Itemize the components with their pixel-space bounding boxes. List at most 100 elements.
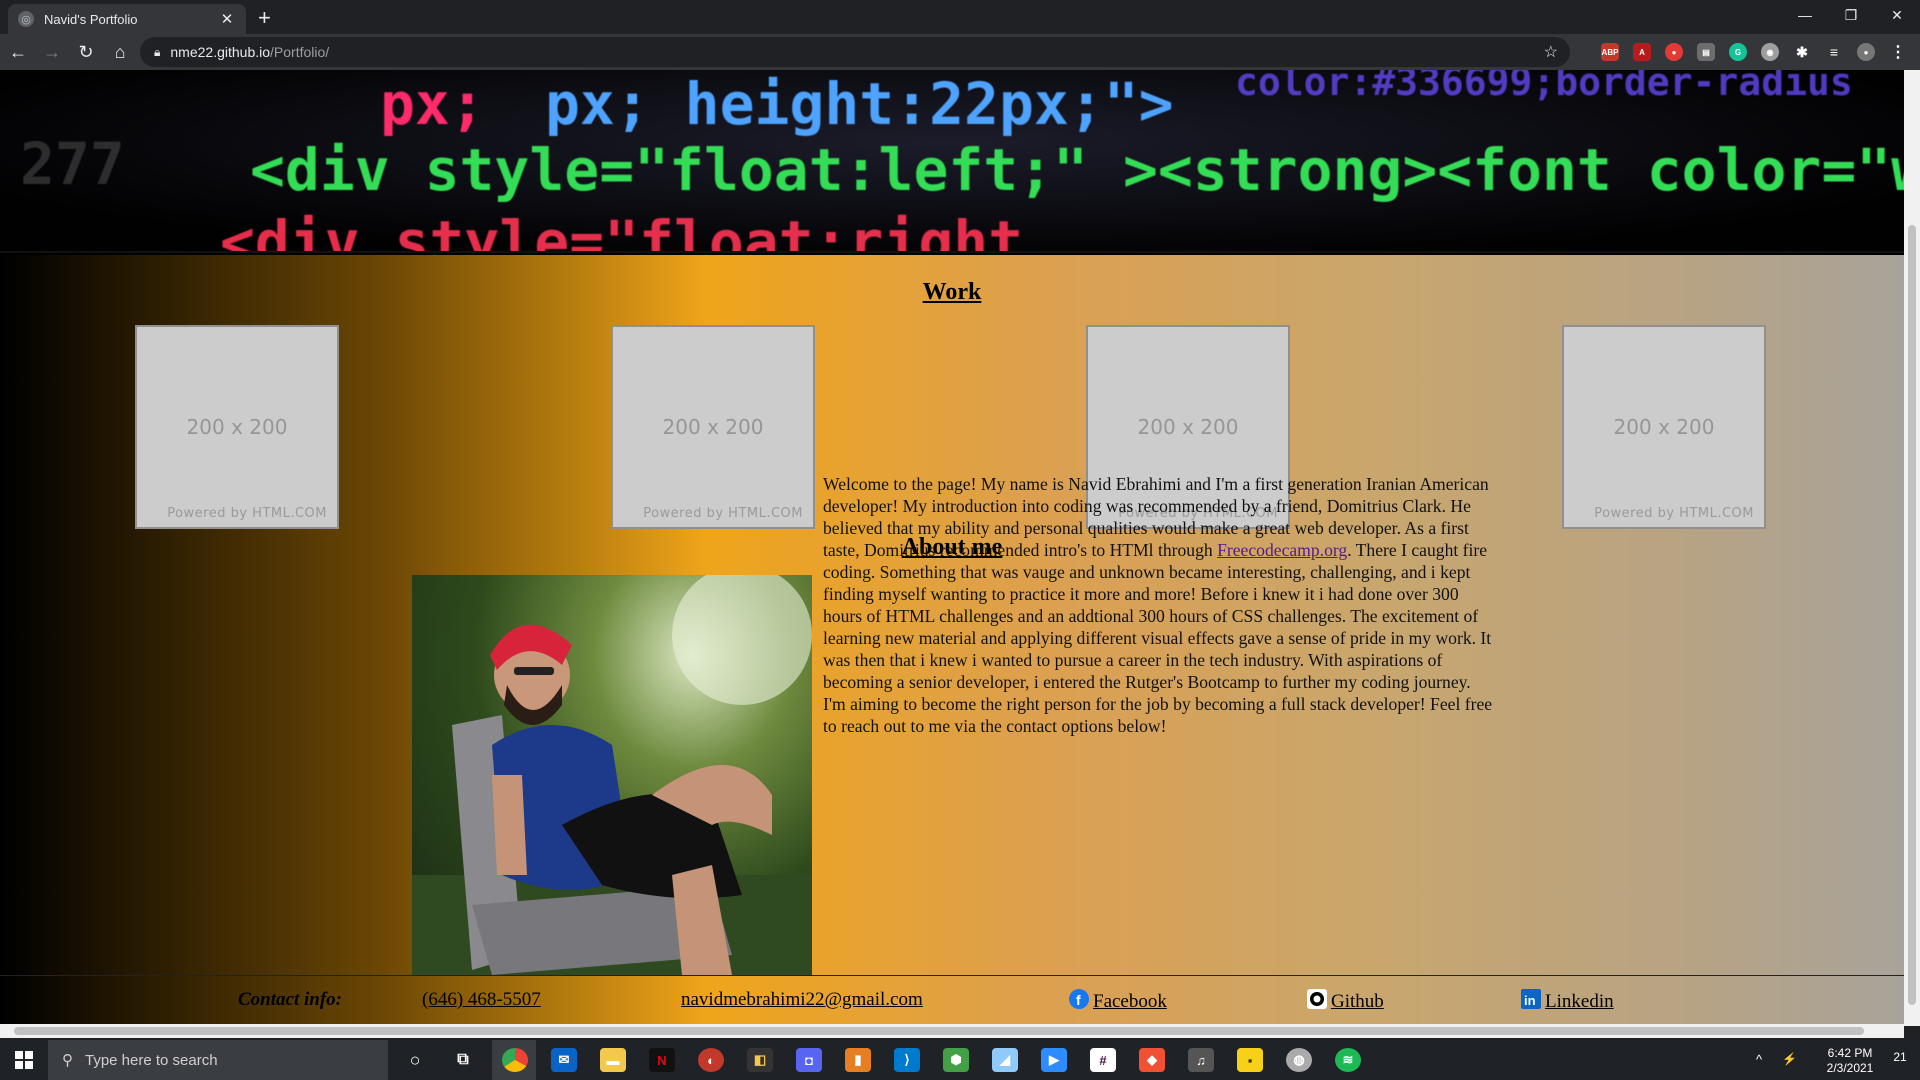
svg-text:in: in <box>1524 993 1536 1008</box>
mail-icon[interactable]: ✉ <box>551 1048 577 1072</box>
github-icon <box>1307 989 1327 1009</box>
contact-bar: Contact info: (646) 468-5507 navidmebrah… <box>0 975 1904 1015</box>
linkedin-link[interactable]: Linkedin <box>1545 991 1614 1012</box>
cortana-icon[interactable]: ○ <box>402 1048 428 1072</box>
app-icon[interactable]: ♫ <box>1188 1048 1214 1072</box>
banner-code-fragment: px; <box>380 70 485 138</box>
tab-title: Navid's Portfolio <box>44 11 138 27</box>
vertical-scroll-thumb[interactable] <box>1908 225 1916 1005</box>
close-window-icon[interactable]: ✕ <box>1874 0 1920 30</box>
app-icon[interactable]: ▮ <box>845 1048 871 1072</box>
grammarly-icon[interactable]: G <box>1729 43 1747 61</box>
browser-tab[interactable]: ◎ Navid's Portfolio ✕ <box>8 4 246 34</box>
clock-date: 2/3/2021 <box>1826 1061 1874 1075</box>
work-thumbnail[interactable]: 200 x 200 Powered by HTML.COM <box>1562 325 1766 529</box>
github-link[interactable]: Github <box>1331 991 1384 1012</box>
thumbnail-dimensions: 200 x 200 <box>186 415 288 439</box>
about-text-part2: . There I caught fire coding. Something … <box>823 540 1493 736</box>
search-placeholder: Type here to search <box>85 1051 218 1069</box>
thumbnail-dimensions: 200 x 200 <box>1613 415 1715 439</box>
netflix-icon[interactable]: N <box>649 1048 675 1072</box>
horizontal-scroll-thumb[interactable] <box>14 1027 1864 1035</box>
profile-photo <box>412 575 812 975</box>
banner-code-line1: px; height:22px;"> <box>545 70 1174 138</box>
slack-icon[interactable]: # <box>1090 1048 1116 1072</box>
work-thumbnail[interactable]: 200 x 200 Powered by HTML.COM <box>611 325 815 529</box>
network-icon[interactable]: ⚡ <box>1782 1052 1797 1067</box>
app-icon[interactable]: ◐ <box>698 1048 724 1072</box>
tray-chevron-icon[interactable]: ^ <box>1756 1052 1762 1067</box>
menu-kebab-icon[interactable]: ⋮ <box>1889 43 1907 61</box>
task-view-icon[interactable]: ⧉ <box>450 1048 476 1072</box>
banner-code-line1b: color:#336699;border-radius <box>1235 70 1853 104</box>
thumbnail-powered-by: Powered by HTML.COM <box>1594 506 1754 521</box>
app-icon[interactable]: ◘ <box>796 1048 822 1072</box>
browser-toolbar: ← → ↻ ⌂ 🔒︎ nme22.github.io/Portfolio/ ☆ … <box>0 34 1920 70</box>
start-button[interactable] <box>0 1040 48 1080</box>
thumbnail-powered-by: Powered by HTML.COM <box>167 506 327 521</box>
thumbnail-powered-by: Powered by HTML.COM <box>643 506 803 521</box>
acrobat-icon[interactable]: A <box>1633 43 1651 61</box>
chrome-icon[interactable] <box>502 1048 528 1072</box>
freecodecamp-link[interactable]: Freecodecamp.org <box>1217 540 1347 560</box>
phone-link[interactable]: (646) 468-5507 <box>422 989 541 1011</box>
banner-code-line3: <div style="float:right <box>220 208 1024 253</box>
notifications-icon[interactable]: 21 <box>1888 1050 1912 1065</box>
url-path: /Portfolio/ <box>270 44 330 60</box>
clock[interactable]: 6:42 PM 2/3/2021 <box>1810 1046 1890 1076</box>
extension-red-icon[interactable]: ● <box>1665 43 1683 61</box>
adblock-icon[interactable]: ABP <box>1601 43 1619 61</box>
app-icon[interactable]: ⬢ <box>943 1048 969 1072</box>
thumbnail-dimensions: 200 x 200 <box>662 415 764 439</box>
work-heading: Work <box>922 279 982 305</box>
home-icon[interactable]: ⌂ <box>104 36 136 68</box>
extension-gray-icon[interactable]: ▤ <box>1697 43 1715 61</box>
work-thumbnail[interactable]: 200 x 200 Powered by HTML.COM <box>135 325 339 529</box>
forward-icon[interactable]: → <box>36 36 68 68</box>
github-contact: Github <box>1307 989 1384 1013</box>
reload-icon[interactable]: ↻ <box>70 36 102 68</box>
tab-strip: ◎ Navid's Portfolio ✕ + — ❐ ✕ <box>0 0 1920 34</box>
vscode-icon[interactable]: ⟩ <box>894 1048 920 1072</box>
back-icon[interactable]: ← <box>2 36 34 68</box>
code-banner-image: px; px; height:22px;"> color:#336699;bor… <box>0 70 1904 253</box>
restore-icon[interactable]: ❐ <box>1828 0 1874 30</box>
about-paragraph: Welcome to the page! My name is Navid Eb… <box>823 473 1493 737</box>
banner-code-line2: <div style="float:left;" ><strong><font … <box>250 136 1904 204</box>
sticky-notes-icon[interactable]: ▪ <box>1237 1048 1263 1072</box>
new-tab-button[interactable]: + <box>258 5 271 31</box>
search-icon: ⚲ <box>62 1052 73 1069</box>
vertical-scrollbar[interactable] <box>1904 70 1920 1026</box>
bookmark-star-icon[interactable]: ☆ <box>1544 42 1558 62</box>
contact-label: Contact info: <box>238 989 342 1010</box>
svg-text:f: f <box>1076 992 1081 1008</box>
extension-circle-icon[interactable]: ◉ <box>1761 43 1779 61</box>
profile-avatar[interactable]: ● <box>1857 43 1875 61</box>
facebook-contact: f Facebook <box>1069 989 1167 1013</box>
spotify-icon[interactable]: ≋ <box>1335 1048 1361 1072</box>
puzzle-icon[interactable]: ✱ <box>1793 43 1811 61</box>
facebook-link[interactable]: Facebook <box>1093 991 1167 1012</box>
email-link[interactable]: navidmebrahimi22@gmail.com <box>681 989 923 1011</box>
clock-time: 6:42 PM <box>1827 1046 1873 1060</box>
app-icon[interactable]: ◍ <box>1286 1048 1312 1072</box>
zoom-icon[interactable]: ▶ <box>1041 1048 1067 1072</box>
close-tab-icon[interactable]: ✕ <box>218 10 236 28</box>
page-viewport: px; px; height:22px;"> color:#336699;bor… <box>0 70 1904 1026</box>
media-icon[interactable]: ≡ <box>1825 43 1843 61</box>
windows-logo-icon <box>15 1051 33 1069</box>
thumbnail-dimensions: 200 x 200 <box>1137 415 1239 439</box>
notification-count: 21 <box>1893 1050 1907 1064</box>
file-explorer-icon[interactable]: ▬ <box>600 1048 626 1072</box>
minimize-icon[interactable]: — <box>1782 0 1828 30</box>
horizontal-scrollbar[interactable] <box>0 1024 1904 1038</box>
address-bar[interactable]: 🔒︎ nme22.github.io/Portfolio/ ☆ <box>140 37 1570 67</box>
url-host: nme22.github.io <box>170 44 271 60</box>
linkedin-contact: in Linkedin <box>1521 989 1614 1013</box>
taskbar-search[interactable]: ⚲ Type here to search <box>48 1040 388 1080</box>
linkedin-icon: in <box>1521 989 1541 1009</box>
app-icon[interactable]: ◢ <box>992 1048 1018 1072</box>
app-icon[interactable]: ◧ <box>747 1048 773 1072</box>
git-icon[interactable]: ◆ <box>1139 1048 1165 1072</box>
banner-line-number: 277 <box>20 130 125 198</box>
